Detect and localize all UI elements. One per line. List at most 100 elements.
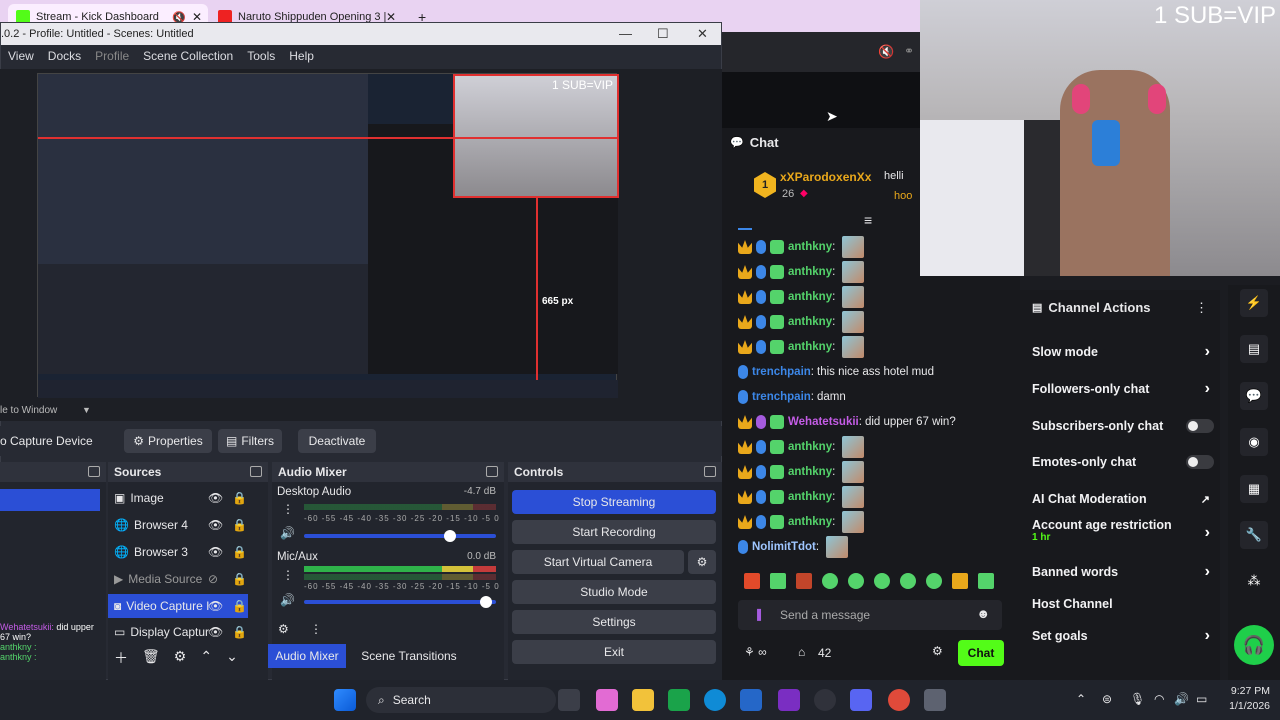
source-item[interactable]: ▭ Display Captur 👁 🔒 [108, 620, 248, 644]
chat-icon[interactable]: 💬 [1240, 382, 1268, 410]
subscribers-only-toggle[interactable] [1186, 419, 1214, 433]
source-item[interactable]: 🌐 Browser 4 👁 🔒 [108, 513, 248, 537]
broadcast-icon[interactable]: ◉ [1240, 428, 1268, 456]
chat-username[interactable]: trenchpain [752, 391, 811, 403]
edge-icon[interactable] [704, 689, 726, 711]
tab-scene-transitions[interactable]: Scene Transitions [354, 644, 464, 668]
deactivate-button[interactable]: Deactivate [298, 429, 376, 453]
dock-icon[interactable] [704, 466, 716, 477]
emote-icon[interactable] [874, 573, 890, 589]
visibility-icon[interactable]: 👁 [208, 599, 223, 613]
chat-username[interactable]: trenchpain [752, 366, 811, 378]
layout-icon[interactable]: ▦ [1240, 475, 1268, 503]
up-icon[interactable]: ⌃ [200, 648, 212, 668]
chat-message[interactable]: anthkny: [738, 311, 865, 333]
action-host-channel[interactable]: Host Channel [1032, 592, 1218, 616]
chat-message[interactable]: anthkny: [738, 236, 865, 258]
obs-preview[interactable]: 1 SUB=VIP 665 px le to Window ▼ [0, 69, 722, 421]
wifi-icon[interactable]: ◠ [1154, 692, 1164, 706]
lock-icon[interactable]: 🔒 [232, 545, 247, 559]
emote-icon[interactable] [952, 573, 968, 589]
wrench-icon[interactable]: 🔧 [1240, 521, 1268, 549]
exit-button[interactable]: Exit [512, 640, 716, 664]
emote-icon[interactable] [926, 573, 942, 589]
volume-icon[interactable]: 🔊 [1174, 692, 1189, 706]
scene-selected[interactable] [0, 489, 100, 511]
notes-icon[interactable]: ▤ [1240, 335, 1268, 363]
chat-username[interactable]: anthkny [788, 341, 832, 353]
gear-icon[interactable]: ⚙ [932, 644, 943, 658]
chat-message[interactable]: trenchpain: this nice ass hotel mud [738, 361, 934, 383]
slider-thumb[interactable] [480, 596, 492, 608]
action-banned-words[interactable]: Banned words › [1032, 560, 1218, 584]
chat-username[interactable]: anthkny [788, 491, 832, 503]
emote-icon[interactable] [796, 573, 812, 589]
dock-icon[interactable] [486, 466, 498, 477]
points-icon[interactable]: ⚘ ∞ [744, 645, 767, 659]
speaker-icon[interactable]: 🔊 [280, 526, 295, 540]
source-item[interactable]: ▶ Media Source ⊘ 🔒 [108, 567, 248, 591]
mic-icon[interactable]: 🎙 [1130, 692, 1145, 706]
file-explorer-icon[interactable] [632, 689, 654, 711]
lock-icon[interactable]: 🔒 [232, 572, 247, 586]
emote-icon[interactable] [770, 573, 786, 589]
source-item[interactable]: 🌐 Browser 3 👁 🔒 [108, 540, 248, 564]
volume-slider[interactable] [304, 530, 496, 542]
action-slow-mode[interactable]: Slow mode › [1032, 340, 1218, 364]
chat-send-button[interactable]: Chat [958, 640, 1004, 666]
chat-message[interactable]: Wehatetsukii: did upper 67 win? [738, 411, 956, 433]
chevron-down-icon[interactable]: ▼ [82, 405, 91, 415]
mute-icon[interactable]: 🔇 [878, 44, 894, 60]
emote-icon[interactable] [744, 573, 760, 589]
more-icon[interactable]: ⋮ [1195, 300, 1208, 316]
lock-icon[interactable]: 🔒 [232, 599, 247, 613]
visibility-icon[interactable]: 👁 [208, 545, 223, 559]
chat-message[interactable]: anthkny: [738, 511, 865, 533]
visibility-icon[interactable]: 👁 [208, 518, 223, 532]
webcam-source-selected[interactable]: 1 SUB=VIP [453, 74, 619, 198]
maximize-icon[interactable]: ☐ [657, 26, 669, 42]
down-icon[interactable]: ⌄ [226, 648, 238, 668]
action-account-age[interactable]: Account age restriction 1 hr › [1032, 518, 1218, 552]
menu-scene-collection[interactable]: Scene Collection [136, 49, 240, 63]
properties-button[interactable]: ⚙ Properties [124, 429, 212, 453]
gear-icon[interactable]: ⚙ [688, 550, 716, 574]
minimize-icon[interactable]: — [619, 26, 632, 41]
emote-icon[interactable] [822, 573, 838, 589]
tab-audio-mixer[interactable]: Audio Mixer [268, 644, 346, 668]
xbox-icon[interactable] [668, 689, 690, 711]
apps-icon[interactable]: ⁂ [1240, 567, 1268, 595]
app-icon[interactable] [778, 689, 800, 711]
action-followers-only[interactable]: Followers-only chat › [1032, 377, 1218, 401]
chat-message[interactable]: anthkny: [738, 461, 865, 483]
chat-username[interactable]: anthkny [788, 291, 832, 303]
menu-view[interactable]: View [1, 49, 41, 63]
add-icon[interactable]: ＋ [114, 648, 128, 668]
chat-message[interactable]: anthkny: [738, 261, 865, 283]
trash-icon[interactable]: 🗑 [142, 648, 160, 668]
visibility-icon[interactable]: 👁 [208, 625, 223, 639]
more-icon[interactable]: ⋮ [310, 622, 322, 636]
emoji-icon[interactable]: ☻ [976, 606, 990, 621]
emote-icon[interactable] [978, 573, 994, 589]
visibility-icon[interactable]: 👁 [208, 491, 223, 505]
discord-icon[interactable] [850, 689, 872, 711]
filter-icon[interactable]: ≡ [864, 212, 872, 228]
message-input[interactable]: ❚ Send a message ☻ [738, 600, 1002, 630]
emote-icon[interactable] [900, 573, 916, 589]
bolt-icon[interactable]: ⚡ [1240, 289, 1268, 317]
chat-username[interactable]: anthkny [788, 316, 832, 328]
lock-icon[interactable]: 🔒 [232, 625, 247, 639]
windows-start-icon[interactable] [334, 689, 356, 711]
settings-icon[interactable] [924, 689, 946, 711]
gear-icon[interactable]: ⚙ [278, 622, 289, 636]
chat-username[interactable]: anthkny [788, 441, 832, 453]
gear-icon[interactable]: ⚙ [174, 648, 187, 668]
dock-icon[interactable] [250, 466, 262, 477]
menu-profile[interactable]: Profile [88, 49, 136, 63]
store-icon[interactable]: ⌂ [798, 645, 805, 659]
volume-slider[interactable] [304, 596, 496, 608]
lock-icon[interactable]: 🔒 [232, 491, 247, 505]
chat-message[interactable]: anthkny: [738, 286, 865, 308]
chat-message[interactable]: trenchpain: damn [738, 386, 846, 408]
